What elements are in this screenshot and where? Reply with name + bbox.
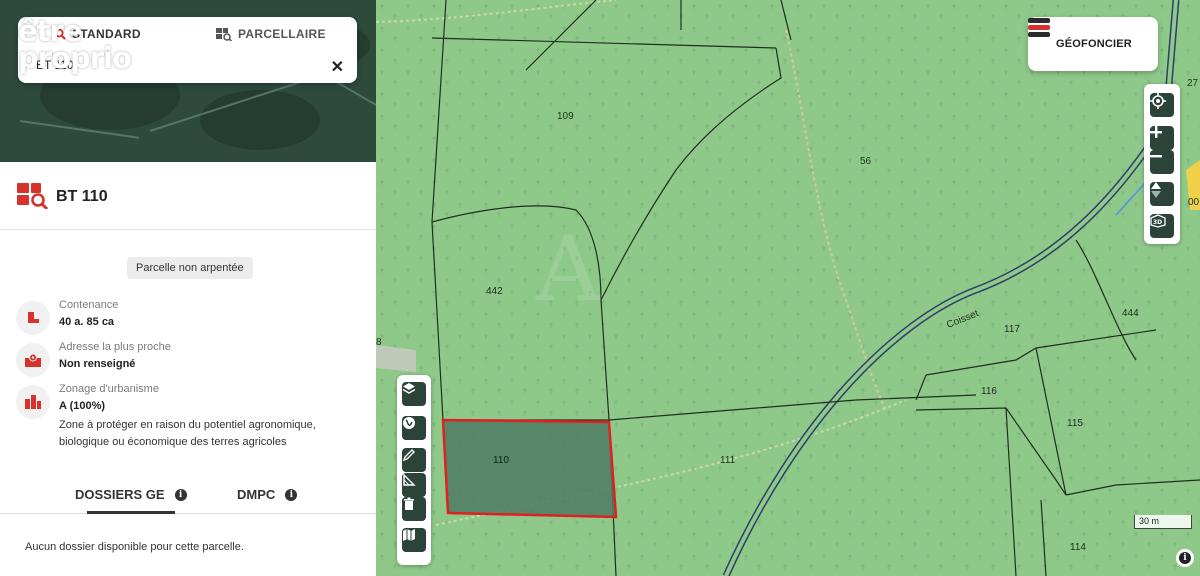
tab-dossiers-ge-label: DOSSIERS GE (75, 487, 165, 502)
info-icon[interactable]: i (285, 488, 298, 501)
delete-button[interactable] (402, 497, 426, 521)
tab-parcellaire[interactable]: PARCELLAIRE (216, 27, 326, 41)
dossier-tabs: DOSSIERS GE i DMPC i (0, 478, 376, 514)
parcel-label-27: 27 (1187, 78, 1199, 89)
draw-button[interactable] (402, 448, 426, 472)
parcel-label-8: 8 (376, 337, 382, 348)
compass-button[interactable] (1150, 182, 1174, 206)
parcel-label-116: 116 (981, 386, 997, 397)
parcel-search-icon (17, 183, 49, 209)
watermark-logo: être proprio (18, 17, 132, 75)
watermark-line-2: proprio (18, 41, 132, 75)
zoom-out-button[interactable] (1150, 150, 1174, 174)
locate-icon (1150, 93, 1166, 109)
compass-icon (1151, 182, 1161, 198)
parcel-label-110: 110 (493, 455, 509, 466)
parcel-label-111: 111 (720, 455, 736, 466)
brand-name: GÉOFONCIER (1056, 38, 1132, 50)
layers-icon (402, 383, 416, 394)
geofoncier-logo-icon (1028, 18, 1050, 37)
status-badge: Parcelle non arpentée (127, 257, 253, 279)
basemap-button[interactable] (402, 528, 426, 552)
info-description: Zone à protéger en raison du potentiel a… (59, 419, 316, 448)
parcel-label-114: 114 (1070, 542, 1086, 553)
tab-parcellaire-label: PARCELLAIRE (238, 27, 326, 41)
map-icon (403, 529, 415, 541)
info-value: 40 a. 85 ca (59, 316, 115, 328)
info-value: Non renseigné (59, 358, 136, 370)
zoom-in-button[interactable] (1150, 126, 1174, 150)
parcel-label-56: 56 (860, 156, 872, 167)
tab-dmpc-label: DMPC (237, 487, 276, 502)
brand-card[interactable]: GÉOFONCIER (1028, 17, 1158, 71)
tab-dmpc[interactable]: DMPC i (237, 487, 298, 502)
urbanism-icon (16, 385, 50, 419)
info-icon: i (1179, 552, 1191, 564)
pencil-icon (402, 449, 415, 462)
measure-icon (403, 473, 416, 486)
globe-icon (403, 417, 415, 429)
map-tools (397, 375, 431, 565)
map-controls: 3D (1144, 84, 1180, 244)
info-label: Contenance (59, 299, 119, 311)
measure-button[interactable] (402, 473, 426, 497)
parcel-search-icon (216, 27, 232, 41)
address-icon (16, 343, 50, 377)
aerial-thumbnail: STANDARD PARCELLAIRE ✕ être proprio (0, 0, 376, 162)
svg-text:A: A (535, 217, 602, 322)
parcel-label-00: 00 (1188, 197, 1200, 208)
3d-icon: 3D (1150, 214, 1166, 228)
info-contenance: Contenance 40 a. 85 ca (16, 299, 356, 335)
info-label: Zonage d'urbanisme (59, 383, 159, 395)
area-icon (16, 301, 50, 335)
info-adresse: Adresse la plus proche Non renseigné (16, 341, 356, 377)
parcel-label-442: 442 (486, 286, 503, 297)
active-tab-indicator (87, 511, 175, 514)
parcel-label-115: 115 (1067, 418, 1083, 429)
parcel-title: BT 110 (56, 188, 108, 205)
locate-button[interactable] (1150, 93, 1174, 117)
info-value: A (100%) (59, 400, 106, 412)
map-attribution-button[interactable]: i (1176, 549, 1194, 567)
parcel-label-444: 444 (1122, 308, 1139, 319)
3d-view-button[interactable]: 3D (1150, 214, 1174, 238)
globe-button[interactable] (402, 416, 426, 440)
zoom-out-icon (1150, 155, 1162, 158)
parcel-panel: STANDARD PARCELLAIRE ✕ être proprio BT 1… (0, 0, 376, 576)
zoom-in-icon (1150, 126, 1162, 138)
scale-bar: 30 m (1134, 515, 1192, 529)
layers-button[interactable] (402, 382, 426, 406)
parcel-header: BT 110 (0, 162, 376, 230)
svg-text:3D: 3D (1153, 219, 1162, 226)
trash-icon (404, 497, 414, 510)
clear-search-button[interactable]: ✕ (331, 57, 344, 77)
info-zonage: Zonage d'urbanisme A (100%) Zone à proté… (16, 383, 356, 453)
parcel-label-117: 117 (1004, 324, 1020, 335)
tab-dossiers-ge[interactable]: DOSSIERS GE i (75, 487, 187, 502)
info-icon[interactable]: i (174, 488, 187, 501)
cadastral-map[interactable]: A 109 56 442 110 111 117 116 115 444 114… (376, 0, 1200, 576)
parcel-label-109: 109 (557, 111, 574, 122)
empty-message: Aucun dossier disponible pour cette parc… (25, 541, 244, 553)
info-label: Adresse la plus proche (59, 341, 171, 353)
